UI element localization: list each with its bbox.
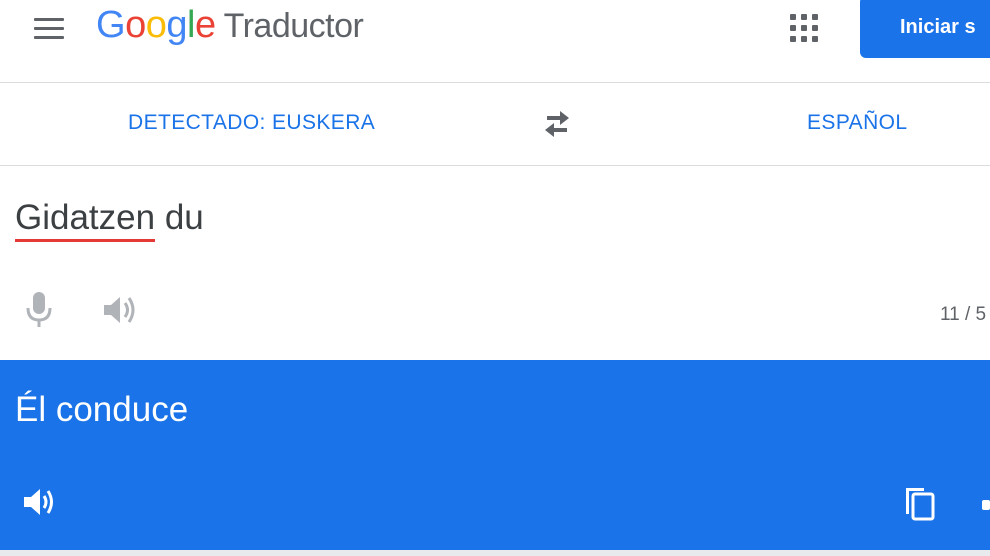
bottom-divider — [0, 550, 990, 556]
logo-letter: g — [166, 4, 187, 46]
copy-icon — [906, 488, 935, 521]
google-translate-logo[interactable]: Google Traductor — [96, 4, 364, 52]
logo-letter: e — [194, 4, 216, 46]
google-apps-button[interactable] — [788, 12, 820, 44]
more-options-button[interactable] — [982, 500, 990, 510]
source-language-selector[interactable]: DETECTADO: EUSKERA — [128, 111, 375, 135]
source-word: du — [164, 198, 204, 237]
listen-translation-button[interactable] — [20, 484, 60, 520]
sign-in-button[interactable]: Iniciar s — [860, 0, 990, 58]
app-header: Google Traductor Iniciar s — [0, 0, 990, 83]
speaker-icon — [104, 297, 135, 323]
listen-source-button[interactable] — [100, 292, 140, 328]
voice-input-button[interactable] — [22, 290, 56, 330]
hamburger-menu-icon — [34, 18, 64, 21]
source-word-misspelled: Gidatzen — [15, 198, 156, 242]
copy-translation-button[interactable] — [900, 482, 940, 524]
logo-letter: o — [145, 4, 167, 46]
main-menu-button[interactable] — [30, 12, 68, 46]
microphone-icon — [26, 292, 52, 327]
translation-text: Él conduce — [15, 390, 189, 429]
target-language-selector[interactable]: ESPAÑOL — [807, 111, 907, 135]
source-text-input[interactable]: Gidatzen du — [15, 198, 204, 242]
product-name: Traductor — [223, 7, 364, 45]
translate-page: Google Traductor Iniciar s DETECTADO: EUS… — [0, 0, 990, 556]
speaker-icon — [24, 489, 53, 515]
character-count: 11 / 5 — [940, 304, 987, 325]
logo-letter: G — [96, 4, 126, 46]
translation-panel: Él conduce — [0, 360, 990, 550]
language-bar: DETECTADO: EUSKERA ESPAÑOL — [0, 83, 990, 166]
swap-languages-button[interactable] — [538, 107, 576, 141]
logo-letter: l — [186, 4, 195, 46]
source-panel: Gidatzen du 11 / 5 — [0, 166, 990, 360]
logo-letter: o — [125, 4, 146, 46]
swap-arrows-icon — [545, 111, 569, 137]
